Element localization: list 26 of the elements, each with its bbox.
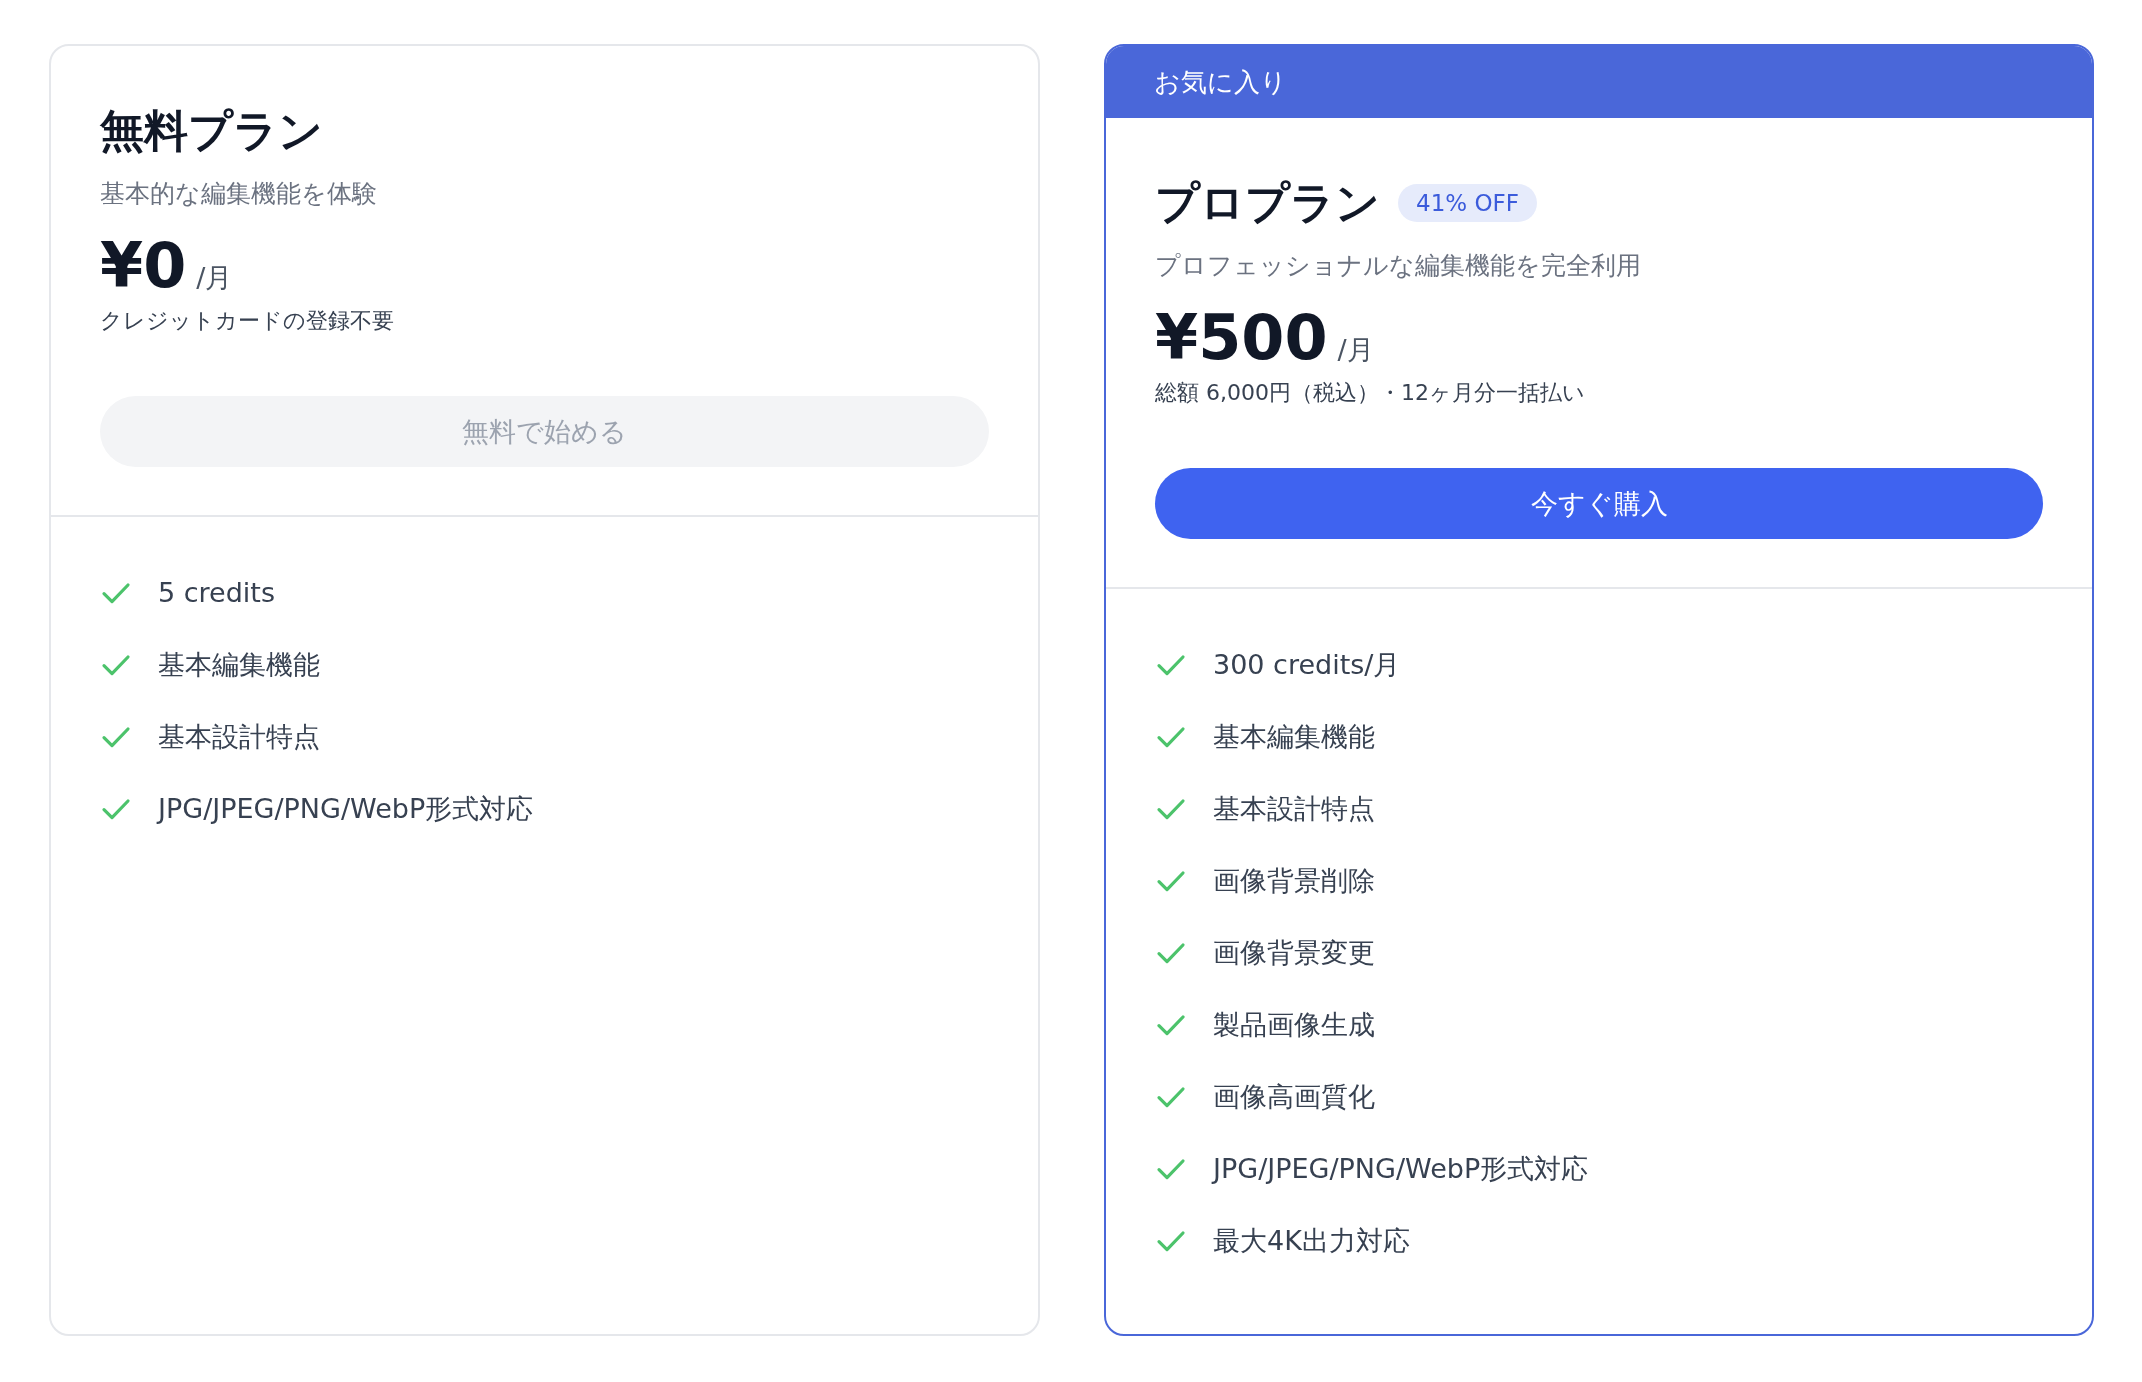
feature-text: 画像背景変更 bbox=[1213, 936, 1375, 971]
plan-price: ¥0 bbox=[100, 232, 187, 301]
feature-text: 画像背景削除 bbox=[1213, 864, 1375, 899]
feature-text: JPG/JPEG/PNG/WebP形式対応 bbox=[1213, 1152, 1589, 1187]
feature-text: 基本編集機能 bbox=[1213, 720, 1375, 755]
plan-description: 基本的な編集機能を体験 bbox=[100, 178, 378, 211]
plan-button[interactable]: 今すぐ購入 bbox=[1155, 468, 2043, 540]
feature-text: 300 credits/月 bbox=[1213, 648, 1401, 683]
feature-text: 製品画像生成 bbox=[1213, 1008, 1375, 1043]
feature-text: 基本設計特点 bbox=[1213, 792, 1375, 827]
discount-badge: 41% OFF bbox=[1398, 183, 1537, 222]
price-note: 総額 6,000円（税込）・12ヶ月分一括払い bbox=[1155, 379, 1586, 408]
feature-text: JPG/JPEG/PNG/WebP形式対応 bbox=[158, 792, 534, 827]
plan-ribbon: お気に入り bbox=[1106, 46, 2092, 118]
feature-text: 最大4K出力対応 bbox=[1213, 1224, 1410, 1259]
price-period: /月 bbox=[1337, 333, 1374, 368]
plan-title: プロプラン bbox=[1155, 176, 1380, 230]
feature-text: 画像高画質化 bbox=[1213, 1080, 1375, 1115]
feature-text: 基本設計特点 bbox=[158, 720, 320, 755]
plan-price: ¥500 bbox=[1155, 304, 1328, 373]
plan-title: 無料プラン bbox=[100, 104, 323, 158]
feature-text: 基本編集機能 bbox=[158, 648, 320, 683]
feature-text: 5 credits bbox=[158, 576, 276, 611]
price-period: /月 bbox=[196, 261, 233, 296]
plan-description: プロフェッショナルな編集機能を完全利用 bbox=[1155, 250, 1642, 283]
price-note: クレジットカードの登録不要 bbox=[100, 307, 395, 336]
